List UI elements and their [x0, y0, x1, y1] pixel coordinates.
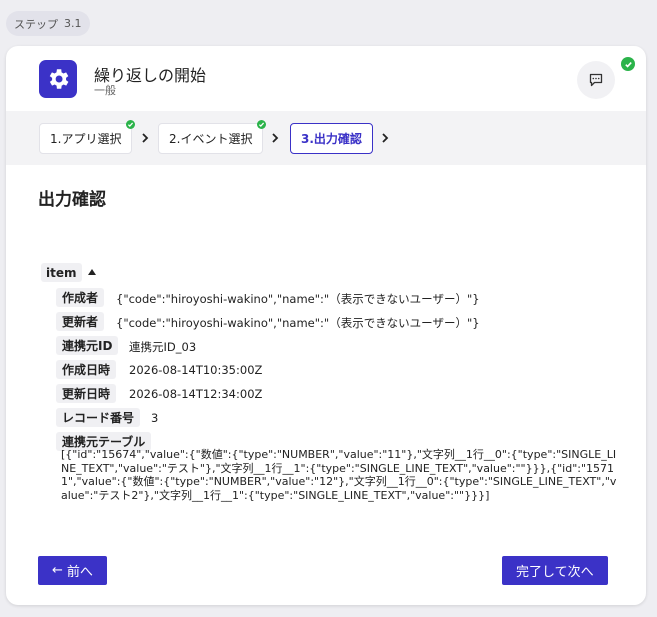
caret-up-icon[interactable]	[88, 269, 96, 275]
prev-label: 前へ	[66, 565, 93, 580]
field-key: 作成日時	[56, 360, 117, 379]
chevron-right-icon	[272, 133, 279, 143]
field-value: [{"id":"15674","value":{"数値":{"type":"NU…	[61, 448, 617, 502]
check-icon	[257, 120, 267, 129]
step-label: 2.イベント選択	[169, 132, 253, 146]
field-key: 連携元ID	[56, 336, 119, 355]
comment-button[interactable]	[577, 61, 615, 99]
field-key: 作成者	[56, 288, 105, 307]
comment-icon	[589, 73, 603, 87]
step-event-select[interactable]: 2.イベント選択	[158, 120, 267, 154]
field-key: 更新日時	[56, 384, 117, 403]
complete-next-button[interactable]: 完了して次へ	[502, 556, 608, 585]
step-card: 繰り返しの開始 一般 1.アプリ選択 2.イベント選択 3.出力確認 出力確認 …	[6, 46, 646, 605]
stepper: 1.アプリ選択 2.イベント選択 3.出力確認	[6, 111, 646, 165]
chevron-right-icon	[382, 133, 389, 143]
step-badge: ステップ 3.1	[6, 11, 90, 36]
check-icon	[126, 120, 136, 129]
step-badge-number: 3.1	[64, 17, 82, 30]
field-value: 3	[151, 411, 159, 425]
field-value: 2026-08-14T12:34:00Z	[129, 387, 263, 401]
field-value: {"code":"hiroyoshi-wakino","name":"（表示でき…	[116, 292, 480, 306]
arrow-left-icon: ←	[52, 563, 63, 578]
step-label: 1.アプリ選択	[50, 132, 122, 146]
step-label: 3.出力確認	[301, 132, 362, 146]
chevron-right-icon	[142, 133, 149, 143]
item-toggle[interactable]: item	[41, 263, 82, 282]
field-key: 更新者	[56, 312, 105, 331]
step-badge-label: ステップ	[14, 17, 58, 31]
field-value: 2026-08-14T10:35:00Z	[129, 363, 263, 377]
status-check-icon	[621, 57, 635, 71]
step-app-select[interactable]: 1.アプリ選択	[39, 120, 136, 154]
field-key: レコード番号	[56, 408, 141, 427]
field-value: {"code":"hiroyoshi-wakino","name":"（表示でき…	[116, 316, 480, 330]
card-header: 繰り返しの開始 一般	[6, 46, 646, 111]
step-output-confirm[interactable]: 3.出力確認	[290, 123, 373, 154]
prev-button[interactable]: ← 前へ	[38, 556, 107, 585]
section-title: 出力確認	[38, 190, 106, 210]
gear-icon	[39, 60, 77, 98]
page-subtitle: 一般	[94, 84, 116, 97]
field-value: 連携元ID_03	[129, 340, 197, 354]
